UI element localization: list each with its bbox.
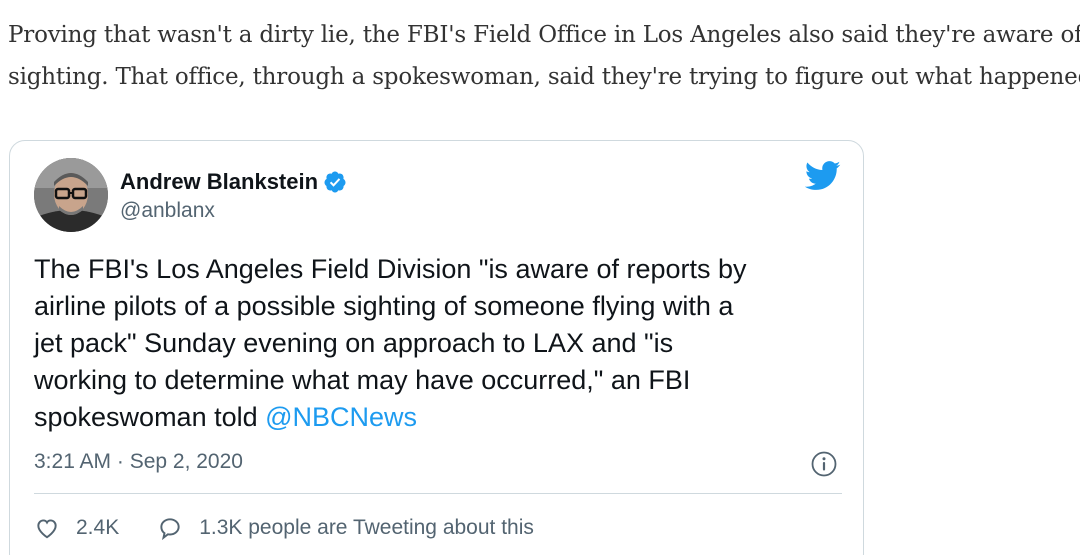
like-button[interactable]: 2.4K	[34, 515, 119, 541]
tweet-text-line: The FBI's Los Angeles Field Division "is…	[34, 254, 747, 284]
tweet-text-line: spokeswoman told @NBCNews	[34, 399, 834, 436]
divider	[34, 493, 842, 494]
embedded-tweet-card[interactable]: Andrew Blankstein @anblanx The FBI's Los…	[9, 140, 864, 555]
tweet-text: The FBI's Los Angeles Field Division "is…	[34, 251, 834, 436]
info-icon[interactable]	[810, 450, 838, 478]
mention-link[interactable]: @NBCNews	[265, 402, 417, 432]
twitter-bird-icon[interactable]	[804, 161, 841, 191]
avatar[interactable]	[34, 158, 108, 232]
conversation-link[interactable]: 1.3K people are Tweeting about this	[157, 515, 534, 541]
article-paragraph: Proving that wasn't a dirty lie, the FBI…	[8, 14, 1080, 98]
author-handle[interactable]: @anblanx	[120, 199, 215, 223]
tweet-actions: 2.4K 1.3K people are Tweeting about this	[34, 513, 534, 543]
article-line-2: sighting. That office, through a spokesw…	[8, 64, 1080, 90]
tweet-text-line: working to determine what may have occur…	[34, 365, 691, 395]
tweet-text-line: airline pilots of a possible sighting of…	[34, 291, 734, 321]
conversation-text: 1.3K people are Tweeting about this	[199, 516, 534, 539]
tweet-timestamp[interactable]: 3:21 AM · Sep 2, 2020	[34, 450, 243, 474]
heart-icon	[37, 519, 57, 539]
tweet-text-tail: spokeswoman told	[34, 402, 266, 432]
author-name[interactable]: Andrew Blankstein	[120, 169, 318, 195]
like-count: 2.4K	[76, 516, 120, 539]
article-line-1: Proving that wasn't a dirty lie, the FBI…	[8, 22, 1080, 48]
speech-bubble-icon	[160, 518, 180, 541]
verified-badge-icon	[323, 170, 347, 194]
tweet-text-line: jet pack" Sunday evening on approach to …	[34, 328, 674, 358]
author-name-row[interactable]: Andrew Blankstein	[120, 169, 347, 195]
